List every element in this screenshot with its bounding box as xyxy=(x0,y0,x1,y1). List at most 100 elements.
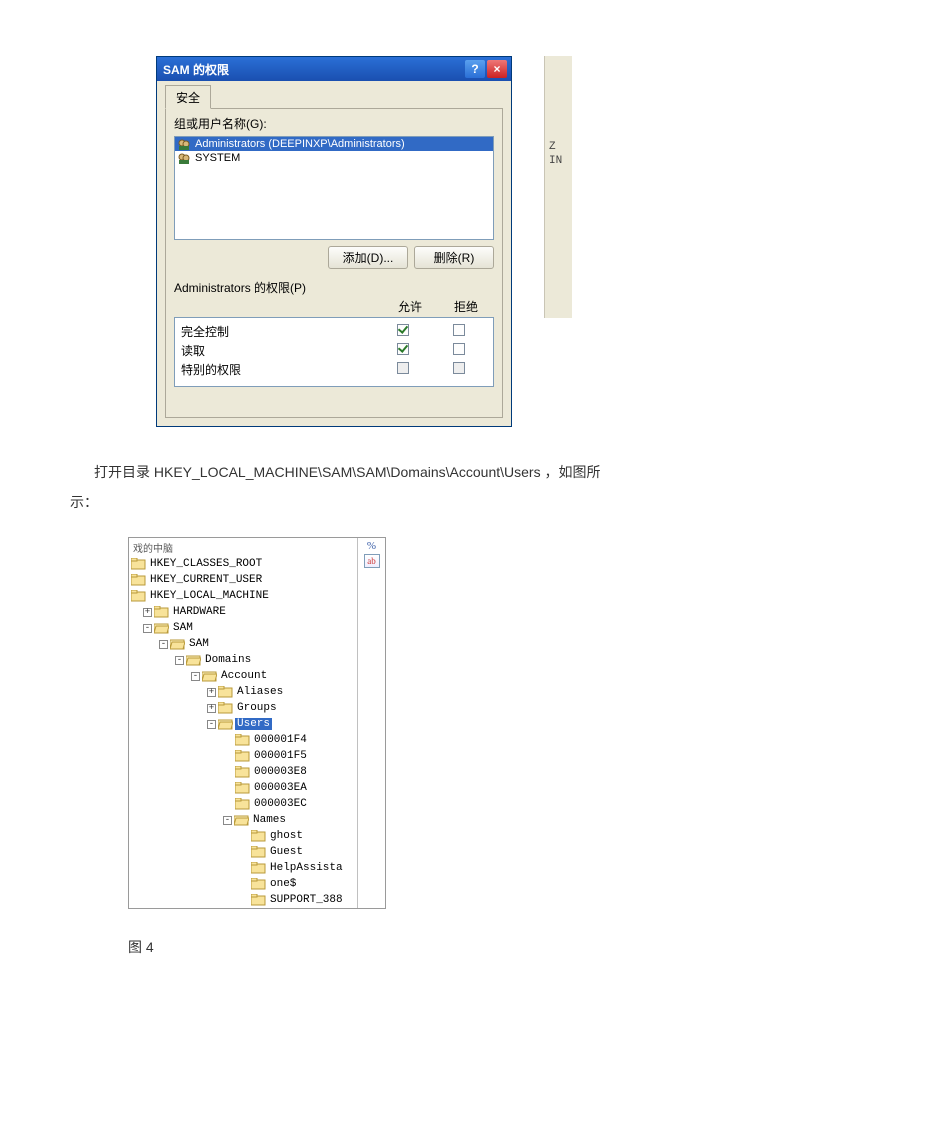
tree-label: Account xyxy=(219,670,267,682)
collapse-icon[interactable]: - xyxy=(159,640,168,649)
tab-security[interactable]: 安全 xyxy=(165,85,211,109)
tree-label: HelpAssista xyxy=(268,862,343,874)
principal-item-administrators[interactable]: Administrators (DEEPINXP\Administrators) xyxy=(175,137,493,151)
tree-label: Aliases xyxy=(235,686,283,698)
tree-label: Names xyxy=(251,814,286,826)
perm-name: 特别的权限 xyxy=(181,361,375,378)
collapse-icon[interactable]: - xyxy=(143,624,152,633)
perm-name: 完全控制 xyxy=(181,323,375,340)
tree-node-account[interactable]: - Account xyxy=(131,668,357,684)
principal-text: Administrators (DEEPINXP\Administrators) xyxy=(195,138,405,150)
permissions-dialog: SAM 的权限 ? × 安全 组或用户名称(G): xyxy=(156,56,512,427)
tree-node-sam-sub[interactable]: - SAM xyxy=(131,636,357,652)
principals-listbox[interactable]: Administrators (DEEPINXP\Administrators)… xyxy=(174,136,494,240)
deny-checkbox xyxy=(453,362,465,374)
tree-header-fragment: 戏的中脑 xyxy=(131,540,357,556)
tree-label: 000003EC xyxy=(252,798,307,810)
titlebar[interactable]: SAM 的权限 ? × xyxy=(157,57,511,81)
folder-icon xyxy=(218,702,233,714)
folder-icon xyxy=(218,686,233,698)
tree-node-aliases[interactable]: + Aliases xyxy=(131,684,357,700)
tree-node-hkcu[interactable]: HKEY_CURRENT_USER xyxy=(131,572,357,588)
tree-label: Domains xyxy=(203,654,251,666)
tree-node-groups[interactable]: + Groups xyxy=(131,700,357,716)
folder-icon xyxy=(235,734,250,746)
tree-node-name-ghost[interactable]: ghost xyxy=(131,828,357,844)
background-list-fragment: Z IN xyxy=(544,56,572,318)
tree-label: ghost xyxy=(268,830,303,842)
folder-icon xyxy=(235,766,250,778)
registry-tree-panel: 戏的中脑 HKEY_CLASSES_ROOT HKEY_CURRENT_USER… xyxy=(128,537,386,909)
para-path: HKEY_LOCAL_MACHINE\SAM\SAM\Domains\Accou… xyxy=(154,464,545,480)
tree-node-name-guest[interactable]: Guest xyxy=(131,844,357,860)
folder-icon xyxy=(235,750,250,762)
allow-checkbox[interactable] xyxy=(397,324,409,336)
tree-label: HKEY_CLASSES_ROOT xyxy=(148,558,262,570)
folder-open-icon xyxy=(170,638,185,650)
perm-name: 读取 xyxy=(181,342,375,359)
tree-node-name-support[interactable]: SUPPORT_388 xyxy=(131,892,357,908)
help-button[interactable]: ? xyxy=(465,60,485,78)
tree-node-name-one-dollar[interactable]: one$ xyxy=(131,876,357,892)
tree-node-user-000001F5[interactable]: 000001F5 xyxy=(131,748,357,764)
tree-node-names[interactable]: - Names xyxy=(131,812,357,828)
tree-node-user-000003EA[interactable]: 000003EA xyxy=(131,780,357,796)
deny-column-header: 拒绝 xyxy=(438,298,494,315)
permissions-for-label: Administrators 的权限(P) xyxy=(174,279,494,296)
tree-node-hklm[interactable]: HKEY_LOCAL_MACHINE xyxy=(131,588,357,604)
tree-label: Guest xyxy=(268,846,303,858)
tree-node-hardware[interactable]: + HARDWARE xyxy=(131,604,357,620)
principal-text: SYSTEM xyxy=(195,152,240,164)
tree-label: 000001F5 xyxy=(252,750,307,762)
tree-label: one$ xyxy=(268,878,296,890)
principal-item-system[interactable]: SYSTEM xyxy=(175,151,493,165)
folder-icon xyxy=(235,798,250,810)
collapse-icon[interactable]: - xyxy=(175,656,184,665)
folder-icon xyxy=(251,878,266,890)
perm-row-read: 读取 xyxy=(181,341,487,360)
tree-label: HKEY_CURRENT_USER xyxy=(148,574,262,586)
add-button[interactable]: 添加(D)... xyxy=(328,246,408,269)
expand-icon[interactable]: + xyxy=(207,688,216,697)
close-button[interactable]: × xyxy=(487,60,507,78)
perm-row-full-control: 完全控制 xyxy=(181,322,487,341)
folder-icon xyxy=(251,862,266,874)
expand-icon[interactable]: + xyxy=(207,704,216,713)
tree-node-user-000001F4[interactable]: 000001F4 xyxy=(131,732,357,748)
tree-node-user-000003E8[interactable]: 000003E8 xyxy=(131,764,357,780)
para-line2: 示： xyxy=(70,487,875,517)
allow-column-header: 允许 xyxy=(382,298,438,315)
collapse-icon[interactable]: - xyxy=(223,816,232,825)
tree-node-name-helpassistant[interactable]: HelpAssista xyxy=(131,860,357,876)
folder-icon xyxy=(131,590,146,602)
allow-checkbox[interactable] xyxy=(397,343,409,355)
collapse-icon[interactable]: - xyxy=(207,720,216,729)
registry-value-pane-fragment: % ab xyxy=(357,538,385,908)
folder-open-icon xyxy=(154,622,169,634)
tree-node-users[interactable]: - Users xyxy=(131,716,357,732)
expand-icon[interactable]: + xyxy=(143,608,152,617)
folder-icon xyxy=(251,830,266,842)
tree-node-user-000003EC[interactable]: 000003EC xyxy=(131,796,357,812)
tree-label: SAM xyxy=(187,638,209,650)
deny-checkbox[interactable] xyxy=(453,343,465,355)
para-prefix: 打开目录 xyxy=(94,464,154,480)
dialog-title: SAM 的权限 xyxy=(163,61,463,78)
remove-button[interactable]: 删除(R) xyxy=(414,246,494,269)
para-suffix: ，如图所 xyxy=(544,464,600,480)
folder-open-icon xyxy=(218,718,233,730)
collapse-icon[interactable]: - xyxy=(191,672,200,681)
folder-icon xyxy=(131,558,146,570)
tab-page-security: 组或用户名称(G): Administrators (DEEPINXP\Admi… xyxy=(165,108,503,418)
tree-node-sam[interactable]: - SAM xyxy=(131,620,357,636)
tree-label: SUPPORT_388 xyxy=(268,894,343,906)
tree-node-domains[interactable]: - Domains xyxy=(131,652,357,668)
group-icon xyxy=(177,138,191,150)
tree-label: Groups xyxy=(235,702,277,714)
string-value-icon[interactable]: ab xyxy=(364,554,380,568)
tree-node-hkcr[interactable]: HKEY_CLASSES_ROOT xyxy=(131,556,357,572)
deny-checkbox[interactable] xyxy=(453,324,465,336)
group-icon xyxy=(177,152,191,164)
folder-icon xyxy=(131,574,146,586)
value-header-fragment: % xyxy=(360,540,383,552)
